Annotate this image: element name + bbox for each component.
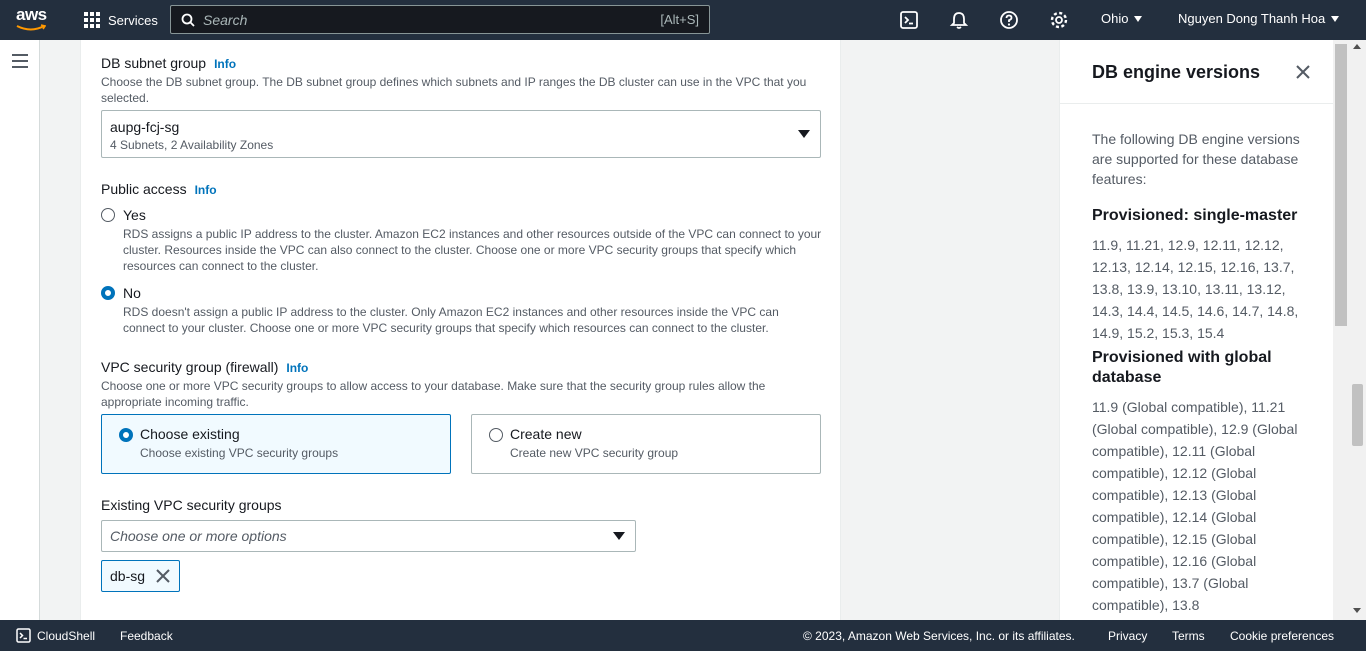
scroll-down-arrow-icon[interactable] [1353, 608, 1361, 613]
existing-sg-multiselect[interactable]: Choose one or more options [101, 520, 636, 552]
region-label: Ohio [1101, 11, 1129, 26]
help-panel-title: DB engine versions [1092, 62, 1261, 82]
public-access-info-link[interactable]: Info [195, 183, 217, 197]
search-icon [181, 13, 195, 27]
close-icon[interactable] [1296, 65, 1310, 79]
public-access-no-label[interactable]: No [123, 285, 141, 301]
caret-down-icon [1331, 15, 1340, 22]
caret-down-icon [1134, 15, 1143, 22]
cloudshell-icon [16, 628, 31, 643]
aws-logo-text: aws [16, 5, 47, 24]
cloudshell-footer-button[interactable]: CloudShell [16, 628, 95, 643]
create-new-radio[interactable] [489, 428, 503, 442]
menu-hamburger-icon[interactable] [12, 54, 28, 68]
help-panel: DB engine versions The following DB engi… [1059, 40, 1333, 620]
existing-sg-placeholder: Choose one or more options [110, 528, 287, 544]
security-group-token: db-sg [101, 560, 180, 592]
public-access-no-description: RDS doesn't assign a public IP address t… [123, 305, 779, 335]
public-access-label: Public access [101, 181, 187, 197]
region-selector[interactable]: Ohio [1101, 11, 1143, 26]
db-subnet-group-heading: DB subnet group Info [101, 55, 236, 71]
aws-logo[interactable]: aws [16, 6, 52, 34]
aws-smile-icon [16, 24, 46, 31]
remove-token-close-icon[interactable] [156, 569, 170, 583]
help-section-global-title: Provisioned with global database [1092, 349, 1272, 386]
page-scrollbar[interactable] [1349, 40, 1366, 620]
cookie-preferences-link[interactable]: Cookie preferences [1230, 629, 1334, 643]
services-label: Services [108, 12, 158, 28]
scroll-up-arrow-icon[interactable] [1353, 44, 1361, 49]
help-section-global-versions: 11.9 (Global compatible), 11.21 (Global … [1092, 399, 1298, 613]
public-access-yes-label[interactable]: Yes [123, 207, 146, 223]
create-new-description: Create new VPC security group [510, 446, 679, 460]
db-subnet-group-selected-detail: 4 Subnets, 2 Availability Zones [110, 138, 274, 152]
grid-icon [84, 12, 100, 28]
vpc-security-group-info-link[interactable]: Info [286, 361, 308, 375]
existing-sg-label: Existing VPC security groups [101, 497, 282, 513]
copyright-text: © 2023, Amazon Web Services, Inc. or its… [803, 629, 1075, 643]
security-group-token-label: db-sg [110, 568, 146, 584]
vpc-security-group-heading: VPC security group (firewall) Info [101, 359, 308, 375]
terms-link[interactable]: Terms [1172, 629, 1205, 643]
help-panel-scrollbar-thumb[interactable] [1335, 44, 1347, 326]
help-intro-text: The following DB engine versions are sup… [1092, 131, 1300, 187]
public-access-yes-radio[interactable] [101, 208, 115, 222]
db-subnet-group-description: Choose the DB subnet group. The DB subne… [101, 75, 807, 105]
privacy-link[interactable]: Privacy [1108, 629, 1147, 643]
account-menu[interactable]: Nguyen Dong Thanh Hoa [1178, 11, 1340, 26]
feedback-link[interactable]: Feedback [120, 629, 173, 643]
create-new-title: Create new [510, 426, 582, 442]
search-shortcut: [Alt+S] [660, 12, 699, 27]
help-panel-scrollbar[interactable] [1333, 40, 1349, 620]
search-input[interactable] [203, 11, 661, 28]
choose-existing-tile[interactable]: Choose existing Choose existing VPC secu… [101, 414, 451, 474]
side-navigation-rail [0, 40, 40, 620]
connectivity-settings-panel: DB subnet group Info Choose the DB subnet… [80, 40, 841, 620]
cloudshell-footer-label: CloudShell [37, 628, 96, 643]
vpc-security-group-description: Choose one or more VPC security groups t… [101, 379, 766, 409]
help-panel-divider [1060, 103, 1333, 104]
help-section-single-master-title: Provisioned: single-master [1092, 207, 1298, 224]
db-subnet-group-select[interactable]: aupg-fcj-sg 4 Subnets, 2 Availability Zo… [101, 110, 821, 158]
cloudshell-icon[interactable] [899, 10, 919, 30]
console-footer: CloudShell Feedback © 2023, Amazon Web S… [0, 620, 1366, 651]
choose-existing-description: Choose existing VPC security groups [140, 446, 339, 460]
db-subnet-group-info-link[interactable]: Info [214, 57, 236, 71]
caret-down-icon [613, 532, 625, 540]
top-navigation: aws Services [Alt+S] Ohio [0, 0, 1366, 40]
db-subnet-group-selected-value: aupg-fcj-sg [110, 119, 180, 135]
choose-existing-radio[interactable] [119, 428, 133, 442]
public-access-yes-description: RDS assigns a public IP address to the c… [123, 227, 822, 273]
public-access-heading: Public access Info [101, 181, 217, 197]
public-access-no-radio[interactable] [101, 286, 115, 300]
notifications-bell-icon[interactable] [949, 10, 969, 30]
help-icon[interactable] [999, 10, 1019, 30]
search-bar[interactable]: [Alt+S] [170, 5, 710, 34]
choose-existing-title: Choose existing [140, 426, 240, 442]
caret-down-icon [798, 130, 810, 138]
services-menu-button[interactable]: Services [84, 10, 158, 30]
page-scrollbar-thumb[interactable] [1352, 384, 1363, 446]
create-new-tile[interactable]: Create new Create new VPC security group [471, 414, 821, 474]
account-name: Nguyen Dong Thanh Hoa [1178, 11, 1326, 26]
help-section-single-master-versions: 11.9, 11.21, 12.9, 12.11, 12.12, 12.13, … [1092, 237, 1299, 341]
settings-gear-icon[interactable] [1049, 10, 1069, 30]
vpc-security-group-label: VPC security group (firewall) [101, 359, 279, 375]
db-subnet-group-label: DB subnet group [101, 55, 207, 71]
